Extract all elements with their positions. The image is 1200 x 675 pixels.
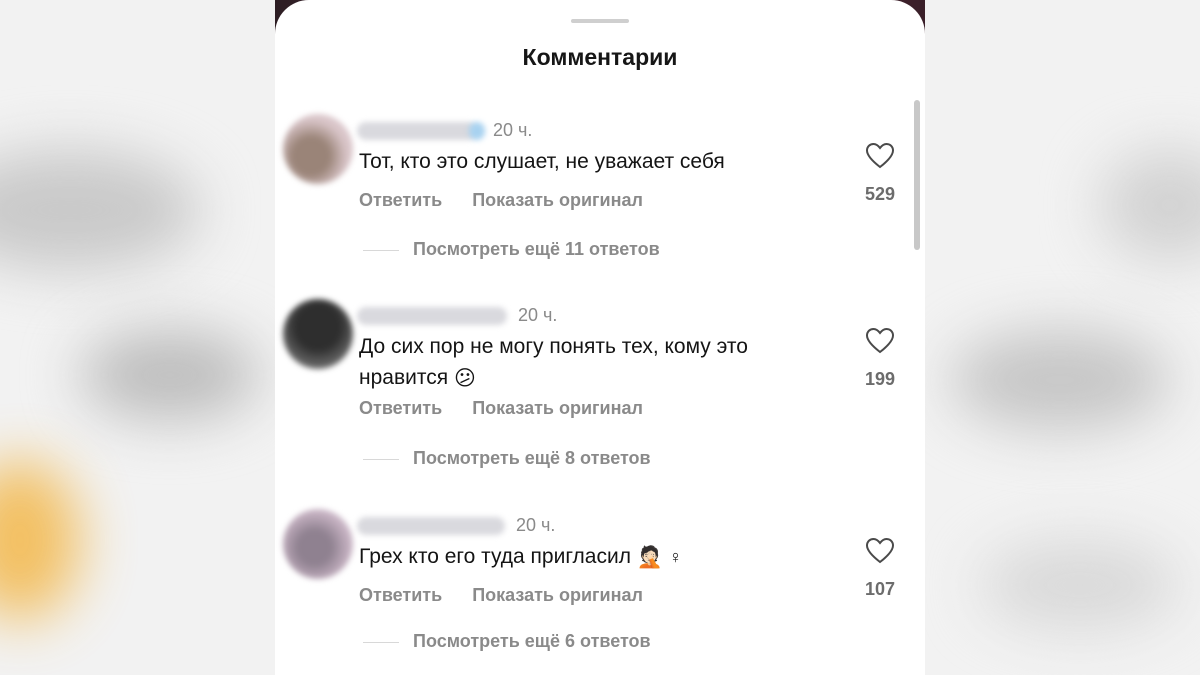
username-blurred[interactable]: [357, 307, 507, 325]
comment-time: 20 ч.: [516, 515, 556, 535]
comment-text: Грех кто его туда пригласил 🤦🏻 ♀: [359, 541, 829, 573]
confused-face-emoji: 😕: [453, 366, 476, 390]
facepalm-emoji: 🤦🏻: [636, 545, 663, 569]
comment-actions: Ответить Показать оригинал: [359, 585, 668, 606]
comment-time: 20 ч.: [518, 305, 558, 325]
comment-text-line: Грех кто его туда пригласил: [359, 545, 631, 568]
comment-item: 20 ч. Тот, кто это слушает, не уважает с…: [275, 110, 925, 280]
comment-text-line-2: нравится 😕: [359, 362, 829, 394]
show-original-button[interactable]: Показать оригинал: [472, 585, 643, 606]
background-blur-shape: [1100, 150, 1200, 260]
comment-time: 20 ч.: [493, 120, 533, 140]
show-original-button[interactable]: Показать оригинал: [472, 398, 643, 419]
background-blur-shape: [980, 540, 1180, 630]
sheet-grabber-handle[interactable]: [571, 19, 629, 23]
heart-icon[interactable]: [865, 537, 895, 565]
comment-item: 20 ч. До сих пор не могу понять тех, ком…: [275, 295, 925, 480]
background-blur-shape: [0, 150, 200, 270]
like-count: 529: [864, 184, 896, 204]
comment-text-line: нравится: [359, 366, 449, 389]
view-more-replies[interactable]: Посмотреть ещё 8 ответов: [363, 448, 651, 469]
comments-sheet: Комментарии 20 ч. Тот, кто это слушает, …: [275, 0, 925, 675]
comment-text: Тот, кто это слушает, не уважает себя: [359, 150, 725, 173]
heart-icon[interactable]: [865, 327, 895, 355]
avatar[interactable]: [283, 114, 353, 184]
comment-text-line: До сих пор не могу понять тех, кому это: [359, 335, 748, 358]
like-count: 107: [864, 579, 896, 599]
heart-icon[interactable]: [865, 142, 895, 170]
username-blurred[interactable]: [357, 517, 505, 535]
verified-badge-blurred: [469, 122, 485, 140]
reply-button[interactable]: Ответить: [359, 398, 442, 419]
username-blurred[interactable]: [357, 122, 477, 140]
view-more-replies-label: Посмотреть ещё 6 ответов: [413, 631, 651, 651]
background-blur-shape: [80, 330, 260, 420]
view-more-replies-label: Посмотреть ещё 11 ответов: [413, 239, 660, 259]
reply-button[interactable]: Ответить: [359, 585, 442, 606]
background-blur-shape: [950, 330, 1170, 430]
background-blur-shape: [0, 460, 80, 620]
avatar[interactable]: [283, 299, 353, 369]
like-count: 199: [864, 369, 896, 389]
view-more-replies[interactable]: Посмотреть ещё 11 ответов: [363, 239, 660, 260]
avatar[interactable]: [283, 509, 353, 579]
sheet-title: Комментарии: [522, 44, 678, 70]
show-original-button[interactable]: Показать оригинал: [472, 190, 643, 211]
view-more-replies-label: Посмотреть ещё 8 ответов: [413, 448, 651, 468]
replies-divider-line: [363, 641, 399, 643]
comment-actions: Ответить Показать оригинал: [359, 190, 668, 211]
replies-divider-line: [363, 458, 399, 460]
view-more-replies[interactable]: Посмотреть ещё 6 ответов: [363, 631, 651, 652]
comment-text: До сих пор не могу понять тех, кому это …: [359, 331, 829, 394]
replies-divider-line: [363, 249, 399, 251]
comment-item: 20 ч. Грех кто его туда пригласил 🤦🏻 ♀ О…: [275, 505, 925, 675]
reply-button[interactable]: Ответить: [359, 190, 442, 211]
comment-actions: Ответить Показать оригинал: [359, 398, 668, 419]
female-sign-emoji: ♀: [668, 546, 683, 567]
